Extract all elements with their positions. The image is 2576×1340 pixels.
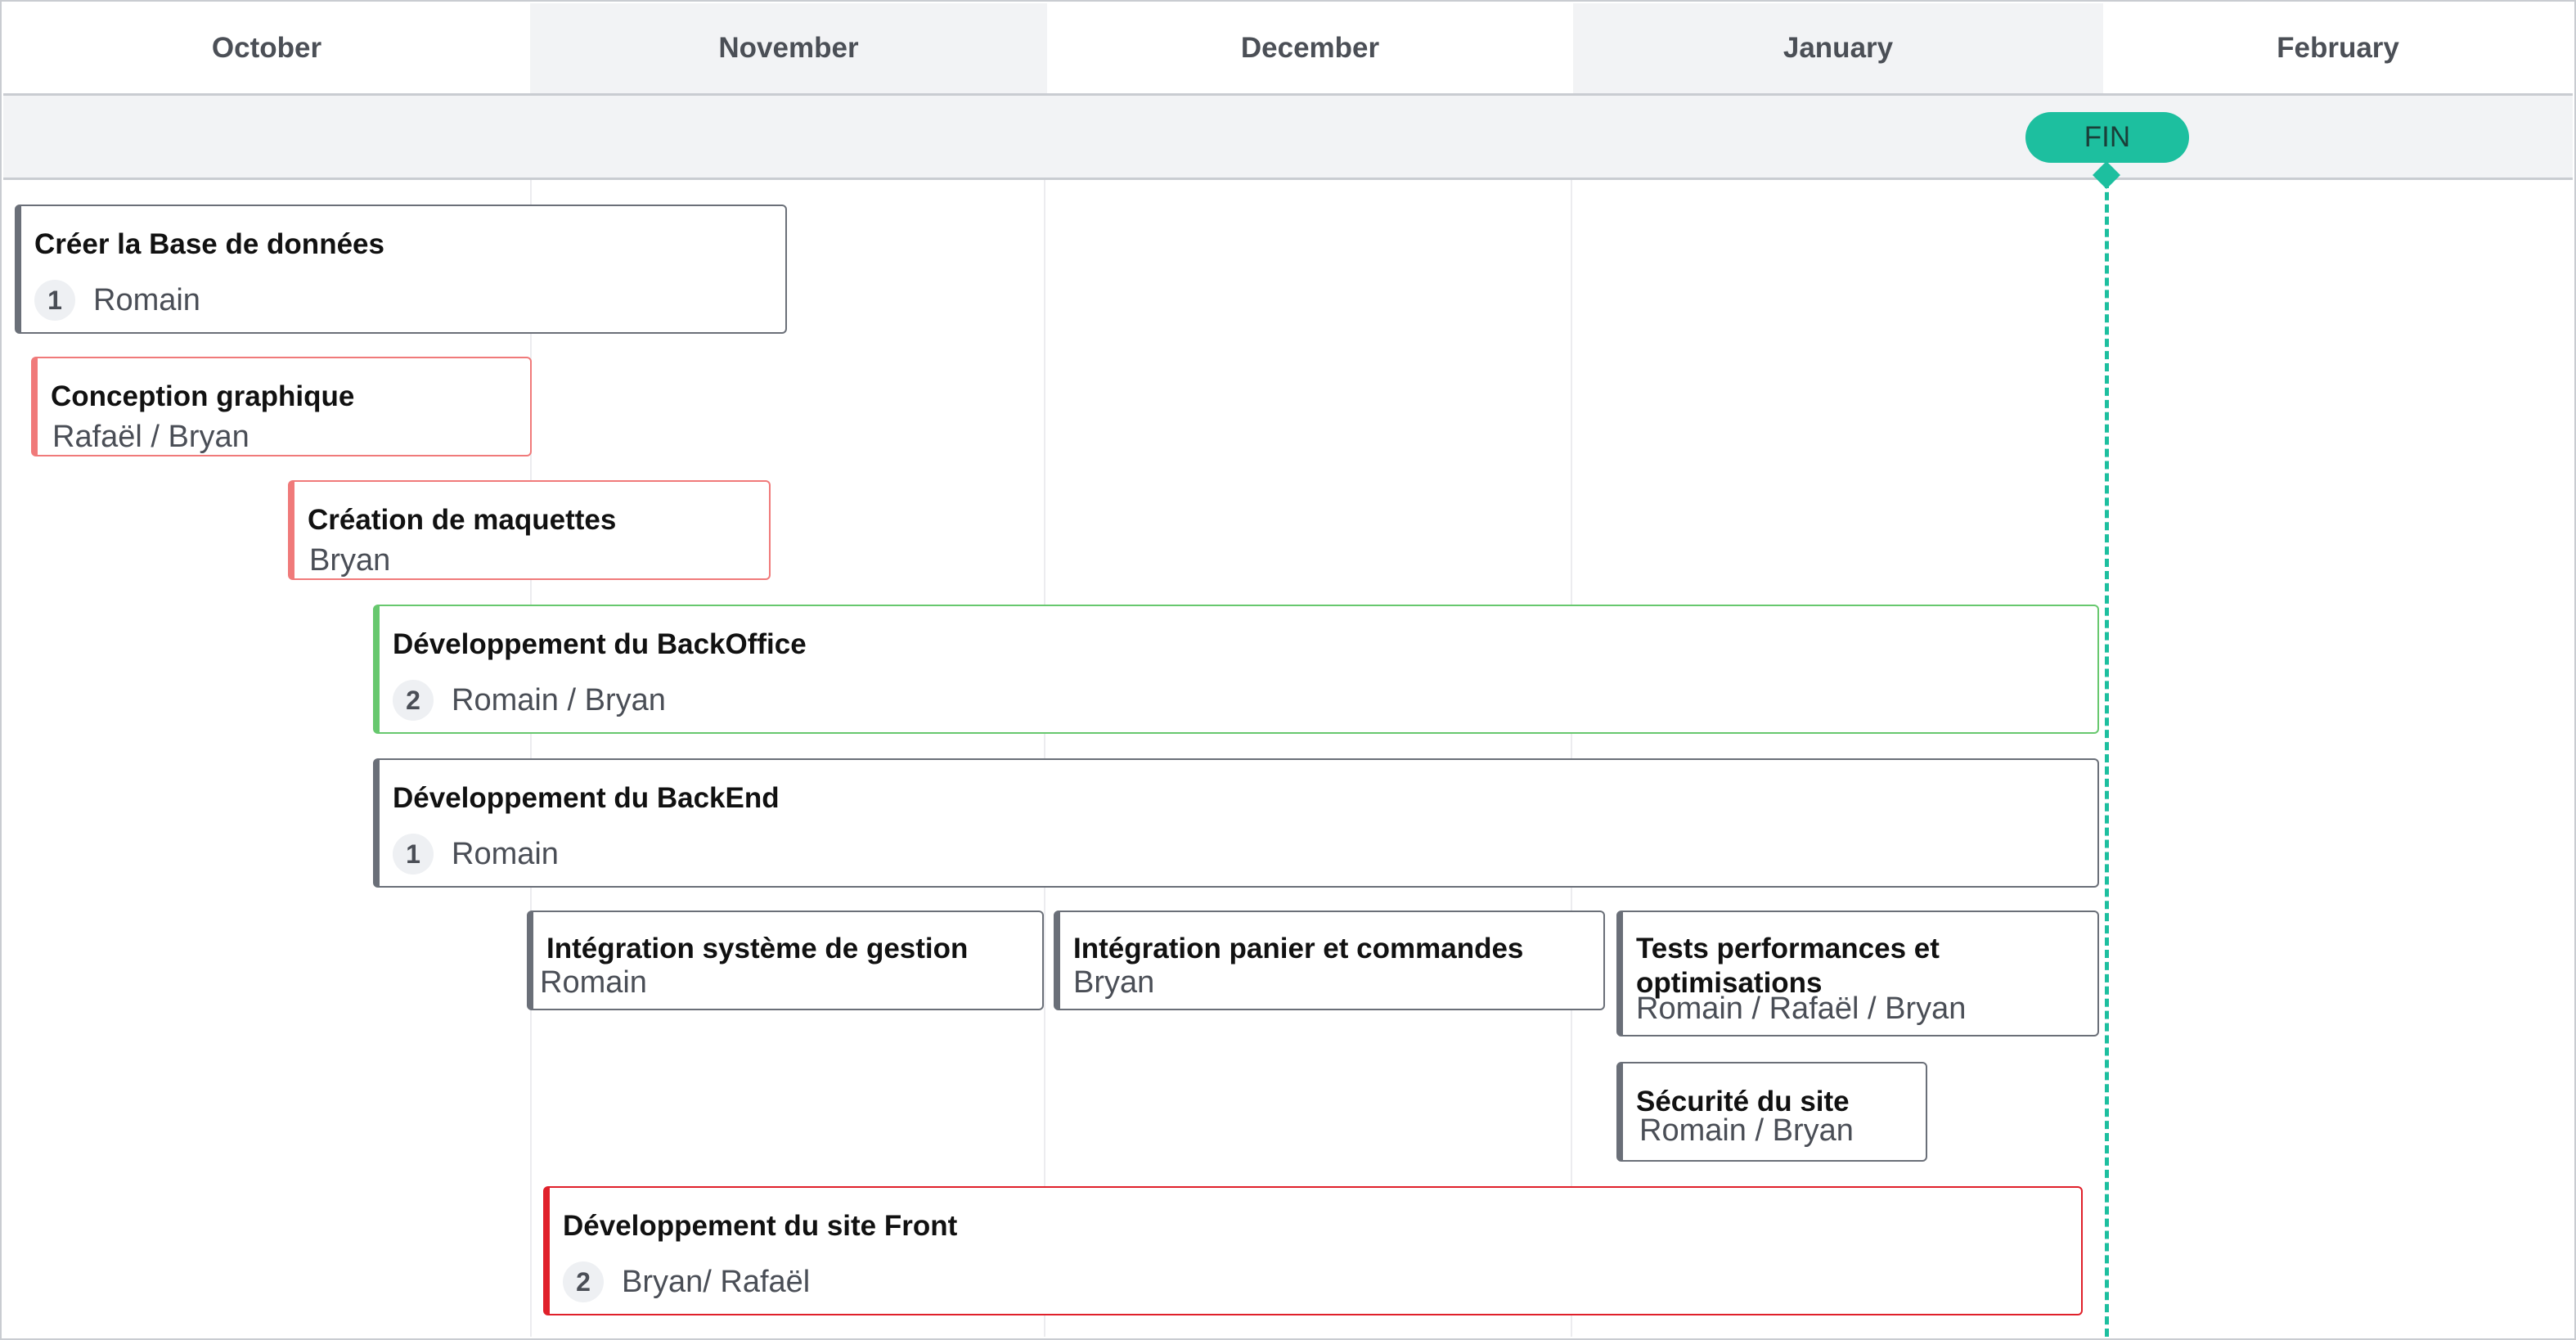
task-title: Conception graphique bbox=[51, 380, 355, 412]
task-bar-integration-panier[interactable]: Intégration panier et commandes Bryan bbox=[1054, 911, 1605, 1010]
task-bar-developpement-backoffice[interactable]: Développement du BackOffice 2 Romain / B… bbox=[373, 605, 2099, 734]
task-bar-conception-graphique[interactable]: Conception graphique Rafaël / Bryan bbox=[31, 357, 532, 456]
task-title: Créer la Base de données bbox=[34, 228, 384, 260]
task-assignees: Romain / Bryan bbox=[1639, 1113, 1854, 1148]
task-count-badge: 1 bbox=[34, 280, 75, 321]
timeline-header: October November December January Februa… bbox=[3, 3, 2573, 96]
task-title: Développement du site Front bbox=[563, 1210, 958, 1242]
task-title: Développement du BackEnd bbox=[393, 782, 780, 814]
milestone-fin-badge[interactable]: FIN bbox=[2025, 112, 2189, 163]
task-bar-tests-performances[interactable]: Tests performances et optimisations Roma… bbox=[1616, 911, 2099, 1036]
task-count-badge: 2 bbox=[563, 1261, 604, 1302]
task-assignees: Romain / Bryan bbox=[452, 682, 666, 717]
task-assignees: Rafaël / Bryan bbox=[52, 420, 250, 454]
task-assignees: Romain bbox=[93, 282, 200, 317]
month-december: December bbox=[1240, 32, 1380, 64]
task-title: Intégration panier et commandes bbox=[1073, 933, 1524, 965]
task-bar-developpement-backend[interactable]: Développement du BackEnd 1 Romain bbox=[373, 758, 2099, 888]
month-january: January bbox=[1573, 3, 2103, 93]
task-assignees: Bryan/ Rafaël bbox=[622, 1264, 811, 1299]
month-october: October bbox=[211, 32, 322, 64]
task-title: Création de maquettes bbox=[308, 504, 617, 536]
task-bar-developpement-front[interactable]: Développement du site Front 2 Bryan/ Raf… bbox=[543, 1186, 2083, 1315]
task-assignees: Bryan bbox=[309, 543, 391, 578]
task-assignees: Romain bbox=[540, 965, 647, 1000]
task-count-badge: 2 bbox=[393, 680, 434, 721]
task-count-badge: 1 bbox=[393, 834, 434, 875]
task-title: Développement du BackOffice bbox=[393, 628, 807, 660]
task-bar-creer-base[interactable]: Créer la Base de données 1 Romain bbox=[15, 205, 787, 334]
milestone-line bbox=[2105, 180, 2109, 1337]
task-assignees: Bryan bbox=[1073, 965, 1155, 1000]
task-bar-securite-site[interactable]: Sécurité du site Romain / Bryan bbox=[1616, 1062, 1927, 1162]
task-bar-integration-systeme-gestion[interactable]: Intégration système de gestion Romain bbox=[527, 911, 1044, 1010]
task-assignees: Romain / Rafaël / Bryan bbox=[1636, 992, 1967, 1026]
task-bar-creation-maquettes[interactable]: Création de maquettes Bryan bbox=[288, 480, 771, 580]
task-assignees: Romain bbox=[452, 836, 559, 871]
month-february: February bbox=[2277, 32, 2399, 64]
task-title: Intégration système de gestion bbox=[546, 933, 969, 965]
month-november: November bbox=[530, 3, 1047, 93]
